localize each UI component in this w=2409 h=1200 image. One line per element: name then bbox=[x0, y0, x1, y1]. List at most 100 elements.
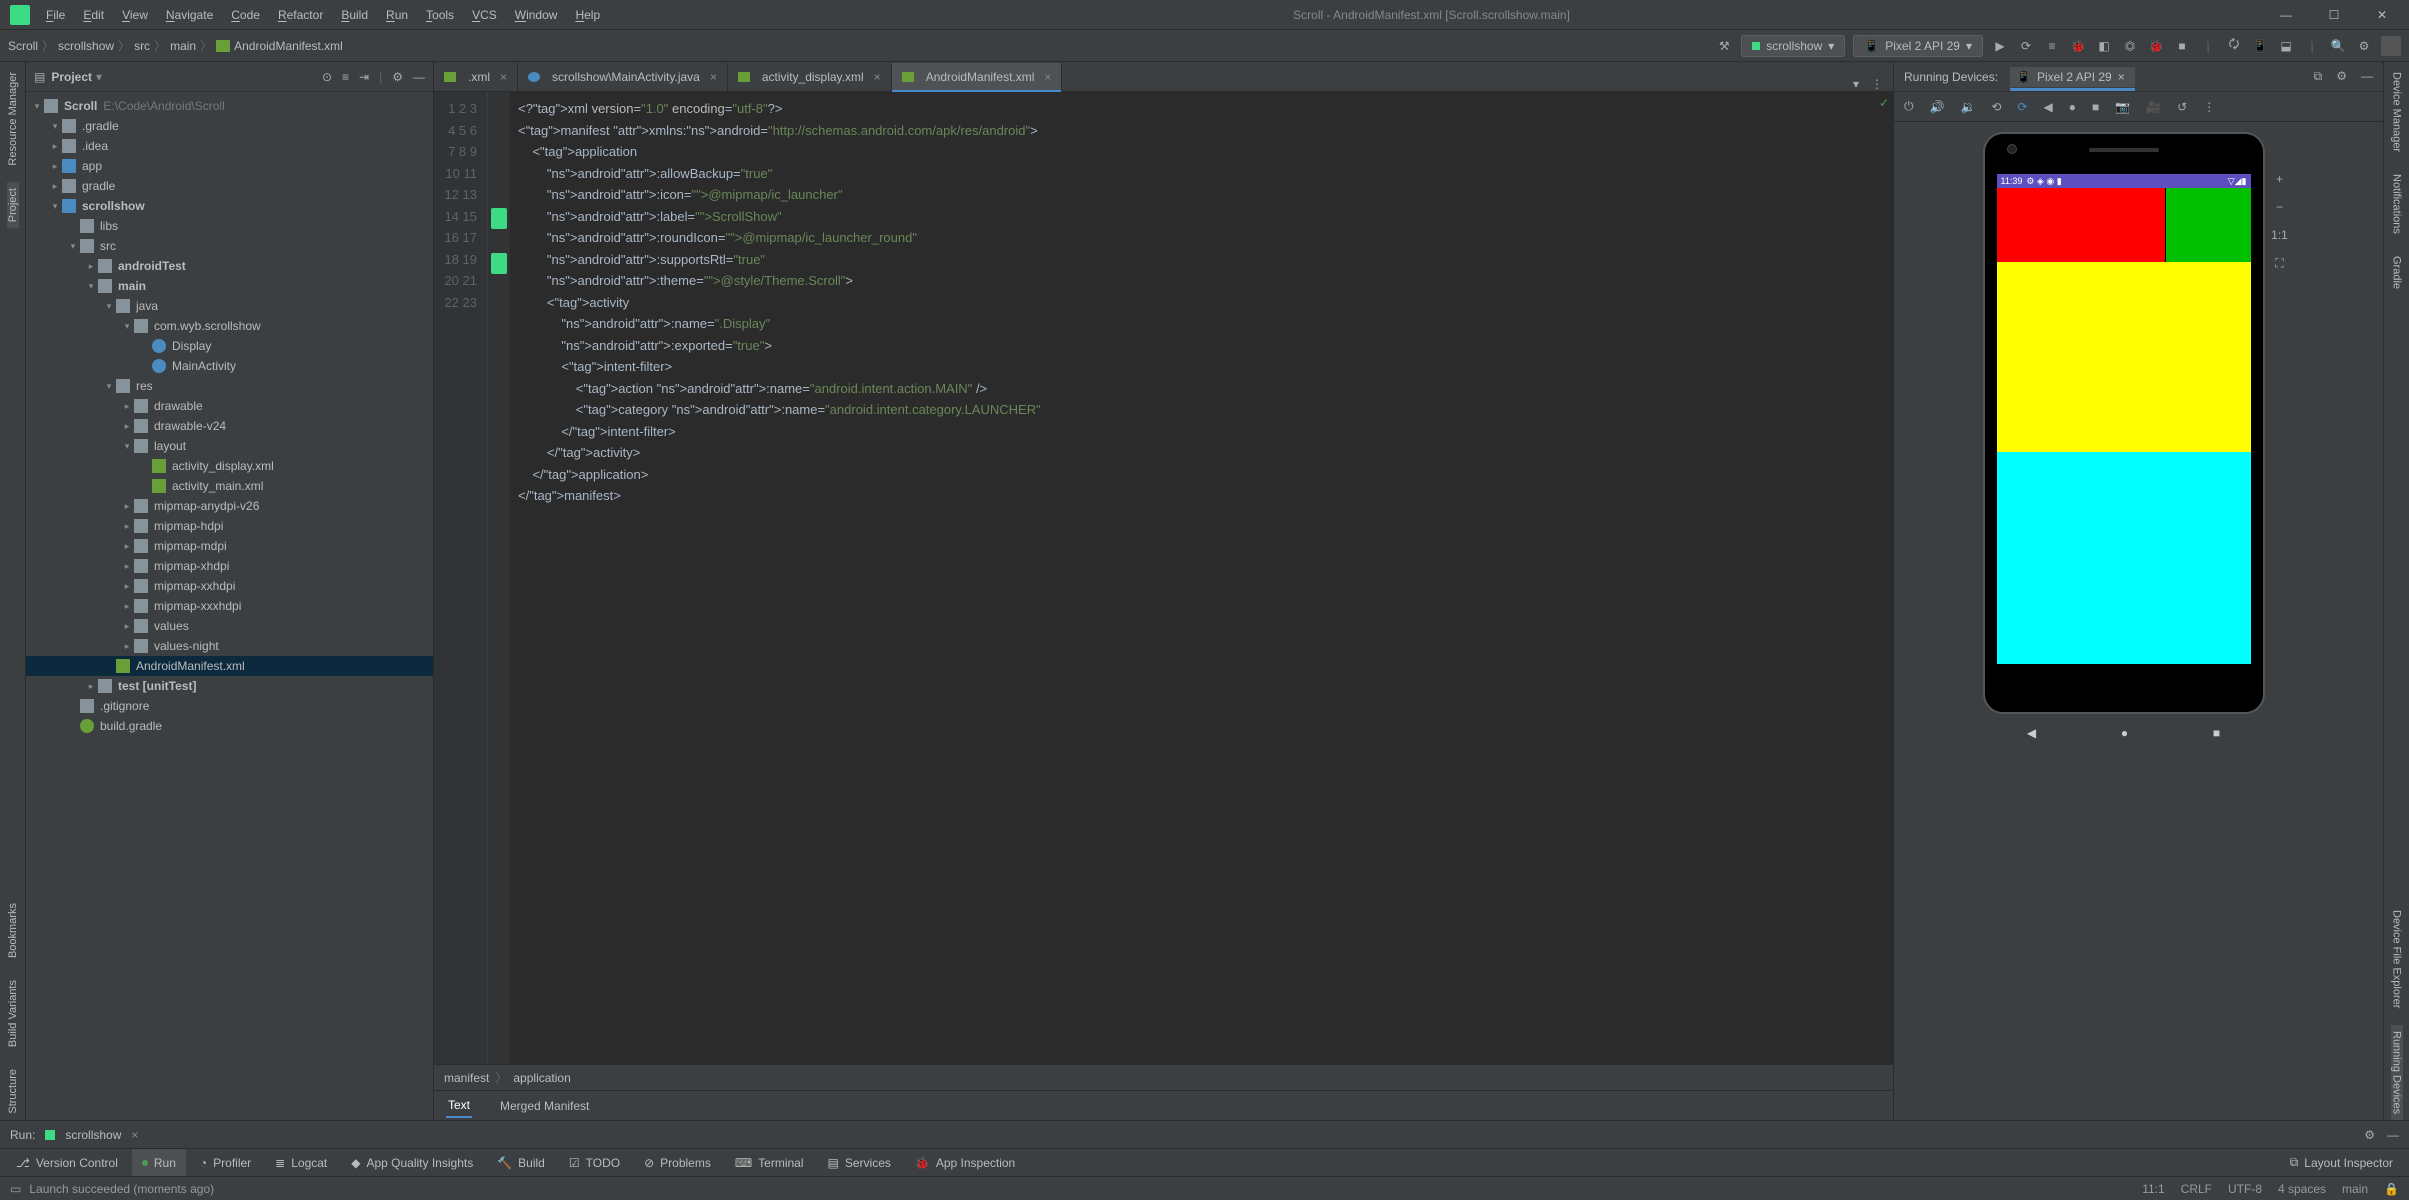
tree-node[interactable]: activity_display.xml bbox=[26, 456, 433, 476]
run-button[interactable]: ▶ bbox=[1991, 37, 2009, 55]
tree-node[interactable]: ▾java bbox=[26, 296, 433, 316]
git-branch[interactable]: main bbox=[2342, 1182, 2368, 1196]
side-tab-device-file-explorer[interactable]: Device File Explorer bbox=[2391, 904, 2403, 1014]
overview-icon[interactable]: ■ bbox=[2092, 100, 2099, 114]
indent-info[interactable]: 4 spaces bbox=[2278, 1182, 2326, 1196]
tree-node[interactable]: ▸mipmap-xxxhdpi bbox=[26, 596, 433, 616]
menu-vcs[interactable]: VCS bbox=[472, 8, 497, 22]
close-icon[interactable]: × bbox=[131, 1128, 138, 1142]
tree-node[interactable]: .gitignore bbox=[26, 696, 433, 716]
tree-node[interactable]: ▸mipmap-mdpi bbox=[26, 536, 433, 556]
menu-tools[interactable]: Tools bbox=[426, 8, 454, 22]
tree-node[interactable]: ▾scrollshow bbox=[26, 196, 433, 216]
side-tab-bookmarks[interactable]: Bookmarks bbox=[7, 897, 19, 964]
more-icon[interactable]: ⋮ bbox=[2203, 100, 2215, 114]
android-gutter-icon[interactable] bbox=[491, 208, 507, 230]
tree-node[interactable]: ▾com.wyb.scrollshow bbox=[26, 316, 433, 336]
tree-node[interactable]: Display bbox=[26, 336, 433, 356]
coverage-icon[interactable]: ◧ bbox=[2095, 37, 2113, 55]
menu-edit[interactable]: Edit bbox=[83, 8, 104, 22]
file-encoding[interactable]: UTF-8 bbox=[2228, 1182, 2262, 1196]
breadcrumb-item[interactable]: main bbox=[170, 39, 196, 53]
menu-view[interactable]: View bbox=[122, 8, 148, 22]
project-view-title[interactable]: Project bbox=[51, 70, 92, 84]
window-icon[interactable]: ⧉ bbox=[2314, 69, 2323, 84]
nav-home-icon[interactable]: ● bbox=[2121, 726, 2128, 740]
tree-node[interactable]: ▸gradle bbox=[26, 176, 433, 196]
rotate-right-icon[interactable]: ⟳ bbox=[2017, 100, 2027, 114]
breadcrumb-item[interactable]: src bbox=[134, 39, 150, 53]
nav-back-icon[interactable]: ◀ bbox=[2027, 726, 2036, 740]
code-editor[interactable]: <?"tag">xml version="1.0" encoding="utf-… bbox=[510, 92, 1893, 1064]
tree-node[interactable]: ▸mipmap-hdpi bbox=[26, 516, 433, 536]
run-config-name[interactable]: scrollshow bbox=[65, 1128, 121, 1142]
tree-node[interactable]: ▸values-night bbox=[26, 636, 433, 656]
tree-node[interactable]: ▸drawable-v24 bbox=[26, 416, 433, 436]
maximize-button[interactable]: ☐ bbox=[2311, 1, 2357, 29]
sync-icon[interactable]: 🗘 bbox=[2225, 37, 2243, 55]
side-tab-project[interactable]: Project bbox=[7, 182, 19, 228]
menu-help[interactable]: Help bbox=[575, 8, 600, 22]
screenshot-icon[interactable]: 📷 bbox=[2115, 100, 2130, 114]
sdk-icon[interactable]: ⬓ bbox=[2277, 37, 2295, 55]
attach-debugger-icon[interactable]: 🐞 bbox=[2147, 37, 2165, 55]
tree-node[interactable]: ▸drawable bbox=[26, 396, 433, 416]
profile-icon[interactable]: ⏣ bbox=[2121, 37, 2139, 55]
tree-node[interactable]: ▸mipmap-xxhdpi bbox=[26, 576, 433, 596]
status-indicator-icon[interactable]: ▭ bbox=[10, 1182, 21, 1196]
close-icon[interactable]: × bbox=[1044, 70, 1051, 84]
stop-button[interactable]: ■ bbox=[2173, 37, 2191, 55]
editor-tab[interactable]: .xml× bbox=[434, 63, 518, 91]
volume-up-icon[interactable]: 🔊 bbox=[1930, 100, 1945, 114]
tree-node[interactable]: ▾main bbox=[26, 276, 433, 296]
close-icon[interactable]: × bbox=[710, 70, 717, 84]
side-tab-build-variants[interactable]: Build Variants bbox=[7, 974, 19, 1053]
tree-node[interactable]: ▸.idea bbox=[26, 136, 433, 156]
search-icon[interactable]: 🔍 bbox=[2329, 37, 2347, 55]
collapse-icon[interactable]: ⇥ bbox=[359, 70, 369, 84]
toolwin-todo[interactable]: ☑TODO bbox=[559, 1149, 630, 1176]
toolwin-services[interactable]: ▤Services bbox=[818, 1149, 901, 1176]
close-button[interactable]: ✕ bbox=[2359, 1, 2405, 29]
toolwin-logcat[interactable]: ≣Logcat bbox=[265, 1149, 337, 1176]
minimize-button[interactable]: — bbox=[2263, 1, 2309, 29]
apply-changes-button[interactable]: ⟳ bbox=[2017, 37, 2035, 55]
snapshot-icon[interactable]: ↺ bbox=[2177, 100, 2187, 114]
breadcrumb-item[interactable]: scrollshow bbox=[58, 39, 114, 53]
line-ending[interactable]: CRLF bbox=[2181, 1182, 2212, 1196]
toolwin-terminal[interactable]: ⌨Terminal bbox=[725, 1149, 814, 1176]
more-icon[interactable]: ⋮ bbox=[1871, 77, 1883, 91]
record-icon[interactable]: 🎥 bbox=[2146, 100, 2161, 114]
gear-icon[interactable]: ⚙ bbox=[392, 70, 403, 84]
toolwin-app-inspection[interactable]: 🐞App Inspection bbox=[905, 1149, 1025, 1176]
caret-position[interactable]: 11:1 bbox=[2142, 1182, 2164, 1196]
tree-node[interactable]: MainActivity bbox=[26, 356, 433, 376]
device-screen[interactable]: 11:39⚙ ◈ ◉ ▮ ▽◢▮ bbox=[1997, 174, 2251, 664]
avd-icon[interactable]: 📱 bbox=[2251, 37, 2269, 55]
side-tab-resource-manager[interactable]: Resource Manager bbox=[7, 66, 19, 172]
power-icon[interactable]: ⏻ bbox=[1904, 99, 1914, 114]
device-tab[interactable]: 📱Pixel 2 API 29× bbox=[2010, 67, 2135, 87]
toolwin-problems[interactable]: ⊘Problems bbox=[634, 1149, 721, 1176]
device-dropdown[interactable]: 📱Pixel 2 API 29▾ bbox=[1853, 35, 1983, 57]
settings-icon[interactable]: ⚙ bbox=[2355, 37, 2373, 55]
rotate-left-icon[interactable]: ⟲ bbox=[1991, 100, 2001, 114]
android-gutter-icon[interactable] bbox=[491, 253, 507, 275]
menu-refactor[interactable]: Refactor bbox=[278, 8, 323, 22]
hammer-icon[interactable]: ⚒ bbox=[1715, 37, 1733, 55]
side-tab-running-devices[interactable]: Running Devices bbox=[2391, 1025, 2403, 1120]
tree-node[interactable]: AndroidManifest.xml bbox=[26, 656, 433, 676]
tree-node[interactable]: ▸app bbox=[26, 156, 433, 176]
gear-icon[interactable]: ⚙ bbox=[2364, 1128, 2375, 1142]
editor-tab[interactable]: AndroidManifest.xml× bbox=[892, 63, 1063, 91]
menu-navigate[interactable]: Navigate bbox=[166, 8, 213, 22]
line-gutter[interactable]: 1 2 3 4 5 6 7 8 9 10 11 12 13 14 15 16 1… bbox=[434, 92, 488, 1064]
menu-run[interactable]: Run bbox=[386, 8, 408, 22]
editor-breadcrumbs[interactable]: manifest〉application bbox=[434, 1064, 1893, 1090]
tree-node[interactable]: libs bbox=[26, 216, 433, 236]
gear-icon[interactable]: ⚙ bbox=[2336, 69, 2347, 84]
toolwin-build[interactable]: 🔨Build bbox=[487, 1149, 555, 1176]
hide-icon[interactable]: — bbox=[413, 70, 425, 84]
menu-window[interactable]: Window bbox=[515, 8, 558, 22]
zoom-fit-icon[interactable]: 1:1 bbox=[2271, 228, 2288, 242]
